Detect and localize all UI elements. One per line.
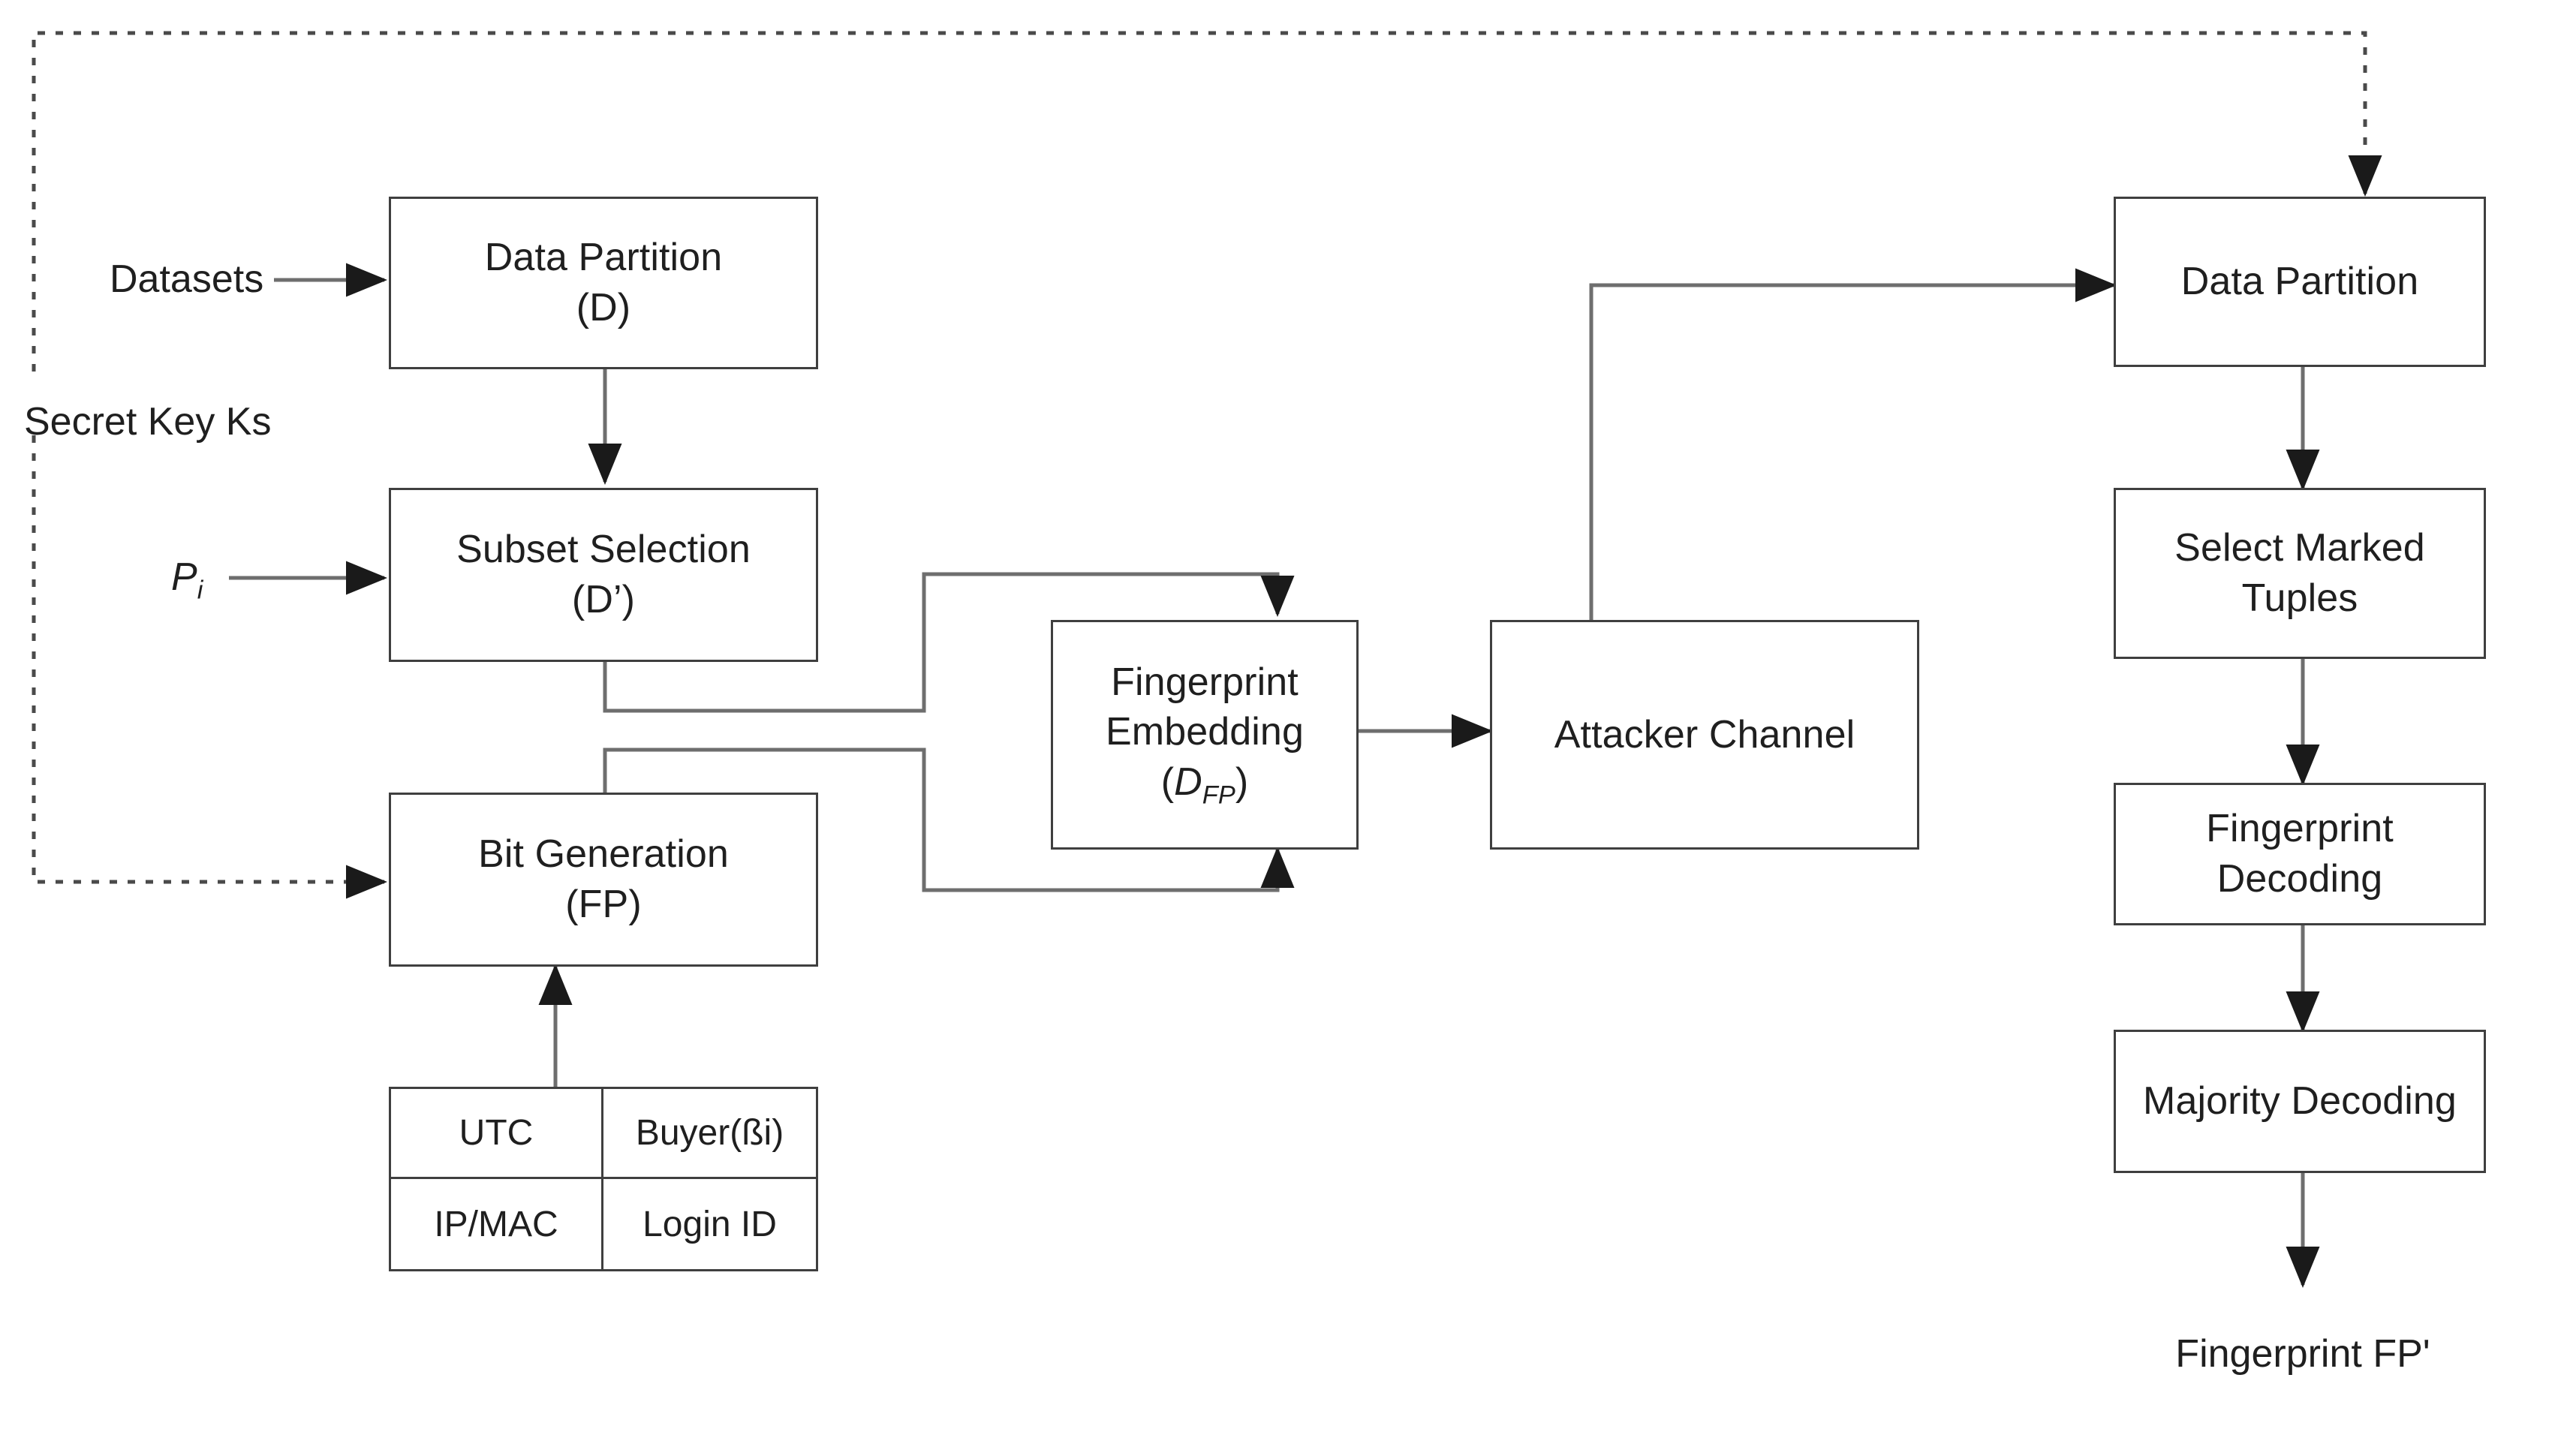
node-select-marked-tuples-line2: Tuples [2241,576,2358,620]
node-data-partition-left[interactable]: Data Partition (D) [389,197,818,369]
table-cell-utc[interactable]: UTC [391,1089,603,1179]
node-fingerprint-decoding[interactable]: Fingerprint Decoding [2114,783,2486,925]
node-fingerprint-embedding-line3: (DFP) [1106,757,1304,812]
buyer-metadata-table[interactable]: UTC Buyer(ßi) IP/MAC Login ID [389,1087,818,1271]
node-select-marked-tuples-line1: Select Marked [2174,526,2425,570]
secret-key-label: Secret Key Ks [24,400,272,444]
node-subset-selection-line2: (D’) [571,578,636,621]
output-fingerprint-label: Fingerprint FP' [2175,1330,2430,1379]
partition-index-symbol: P [171,555,197,599]
output-fingerprint-line2: FP' [2373,1332,2430,1376]
wire-attacker-channel-to-data-partition-right [1589,268,2117,620]
fp-embed-subscript: FP [1202,781,1235,810]
output-fingerprint-line1: Fingerprint [2175,1332,2362,1376]
table-cell-ip-mac[interactable]: IP/MAC [391,1179,603,1269]
node-data-partition-right[interactable]: Data Partition [2114,197,2486,367]
node-subset-selection[interactable]: Subset Selection (D’) [389,488,818,662]
diagram-canvas: Datasets Secret Key Ks Pi Fingerprint FP… [0,0,2561,1456]
node-bit-generation-line2: (FP) [565,883,642,926]
table-cell-buyer[interactable]: Buyer(ßi) [603,1089,816,1179]
fp-embed-var: D [1174,760,1202,804]
node-data-partition-left-line2: (D) [576,286,631,329]
fp-embed-paren-open: ( [1160,760,1175,804]
node-majority-decoding-line1: Majority Decoding [2143,1079,2457,1124]
node-subset-selection-line1: Subset Selection [456,528,751,572]
wire-secret-key-loop-top [32,31,2367,372]
node-majority-decoding[interactable]: Majority Decoding [2114,1030,2486,1173]
node-bit-generation-line1: Bit Generation [478,832,729,877]
node-select-marked-tuples[interactable]: Select Marked Tuples [2114,488,2486,659]
fp-embed-paren-close: ) [1235,760,1249,804]
node-data-partition-left-line1: Data Partition [484,236,723,280]
node-bit-generation[interactable]: Bit Generation (FP) [389,793,818,967]
node-fingerprint-embedding-line1: Fingerprint [1111,660,1299,704]
node-attacker-channel[interactable]: Attacker Channel [1490,620,1919,850]
node-attacker-channel-line1: Attacker Channel [1554,712,1855,757]
node-fingerprint-decoding-line2: Decoding [2216,857,2383,901]
datasets-label: Datasets [110,257,264,301]
node-fingerprint-decoding-line1: Fingerprint [2206,807,2394,851]
partition-index-subscript: i [197,576,203,605]
partition-index-label: Pi [171,553,203,607]
table-cell-login-id[interactable]: Login ID [603,1179,816,1269]
node-fingerprint-embedding-line2: Embedding [1106,710,1304,754]
node-fingerprint-embedding[interactable]: Fingerprint Embedding (DFP) [1051,620,1359,850]
node-data-partition-right-line1: Data Partition [2180,260,2419,304]
wire-secret-key-to-bit-generation [32,435,388,899]
